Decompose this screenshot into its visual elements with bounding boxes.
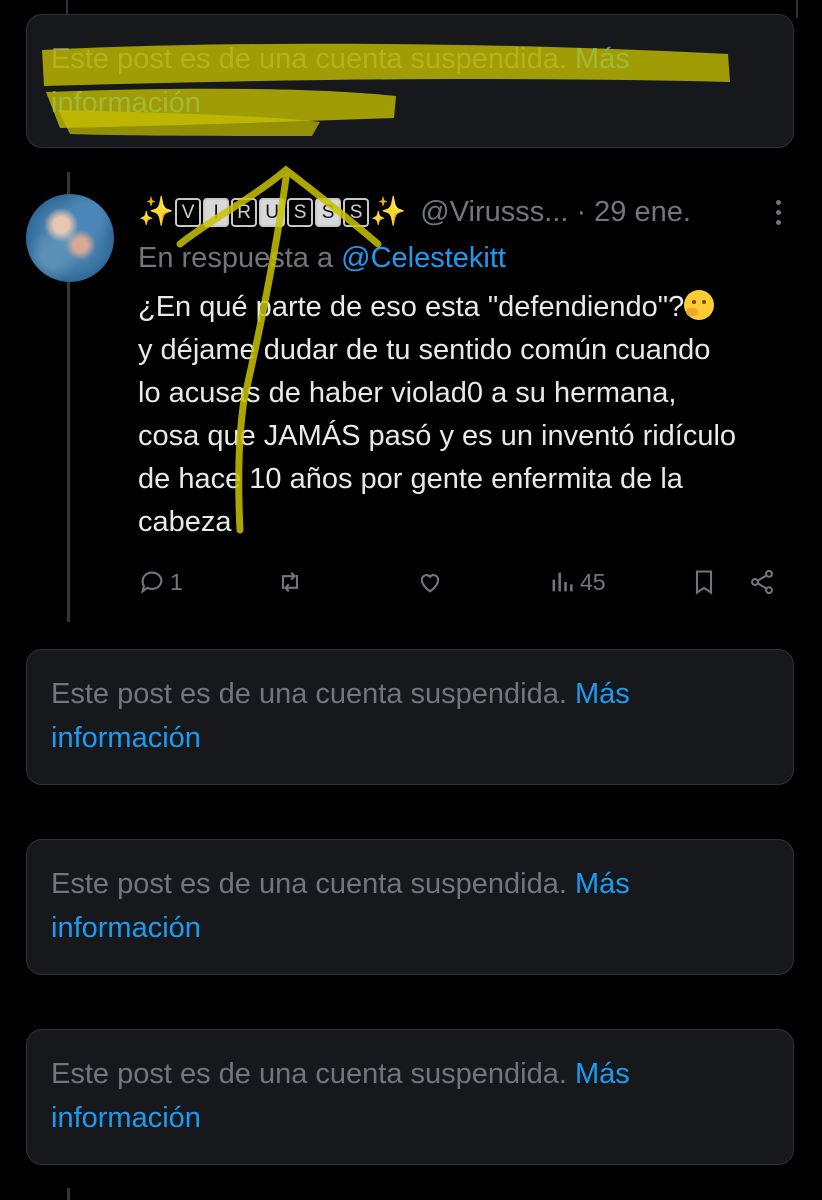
view-count: 45	[580, 568, 606, 595]
suspended-notice: Este post es de una cuenta suspendida.	[51, 678, 567, 710]
share-button[interactable]	[748, 568, 776, 596]
name-letter: S	[315, 198, 342, 227]
name-letter: U	[259, 198, 286, 227]
views-icon	[552, 572, 573, 592]
reply-count: 1	[170, 568, 183, 595]
sparkles-icon: ✨	[138, 196, 175, 228]
name-letter: I	[203, 198, 230, 227]
suspended-post-card: Este post es de una cuenta suspendida. M…	[26, 649, 794, 785]
reply-context: En respuesta a @Celestekitt	[138, 236, 506, 280]
share-icon	[751, 569, 773, 595]
suspended-notice: Este post es de una cuenta suspendida.	[51, 1058, 567, 1090]
name-letter: S	[287, 198, 314, 227]
repost-button[interactable]	[276, 568, 304, 596]
avatar[interactable]	[26, 194, 114, 282]
tweet-actions: 1 45	[138, 560, 788, 608]
name-letter: R	[231, 198, 258, 227]
user-handle[interactable]: @Virusss...	[420, 196, 568, 228]
like-icon	[420, 574, 440, 593]
views-button[interactable]: 45	[548, 568, 606, 596]
more-icon[interactable]	[768, 200, 788, 228]
reply-prefix: En respuesta a	[138, 242, 334, 274]
bookmark-button[interactable]	[690, 568, 718, 596]
tweet-header: ✨ V I R U S S S ✨ @Virusss... · 29 ene.	[138, 190, 798, 234]
reply-mention-link[interactable]: @Celestekitt	[341, 242, 506, 274]
reply-button[interactable]: 1	[138, 568, 183, 596]
sparkles-icon: ✨	[370, 196, 407, 228]
name-letter: V	[175, 198, 202, 227]
tweet-body: ¿En qué parte de eso esta "defendiendo"?…	[138, 286, 803, 544]
bookmark-icon	[695, 570, 713, 595]
display-name[interactable]: ✨ V I R U S S S ✨	[138, 196, 414, 228]
suspended-post-card: Este post es de una cuenta suspendida. M…	[26, 839, 794, 975]
suspended-notice: Este post es de una cuenta suspendida.	[51, 43, 567, 75]
right-edge-line	[796, 0, 798, 18]
repost-icon	[281, 571, 299, 593]
thread-connector-bottom	[67, 1188, 70, 1200]
suspended-post-card: Este post es de una cuenta suspendida. M…	[26, 14, 794, 148]
tweet-text-rest: y déjame dudar de tu sentido común cuand…	[138, 334, 737, 538]
tweet-timestamp[interactable]: · 29 ene.	[576, 196, 690, 228]
reply-icon	[141, 571, 163, 594]
tweet-text-line1: ¿En qué parte de eso esta "defendiendo"?	[138, 291, 685, 323]
name-letter: S	[343, 198, 370, 227]
suspended-notice: Este post es de una cuenta suspendida.	[51, 868, 567, 900]
like-button[interactable]	[416, 568, 444, 596]
thinking-face-icon	[684, 290, 715, 320]
suspended-post-card: Este post es de una cuenta suspendida. M…	[26, 1029, 794, 1165]
